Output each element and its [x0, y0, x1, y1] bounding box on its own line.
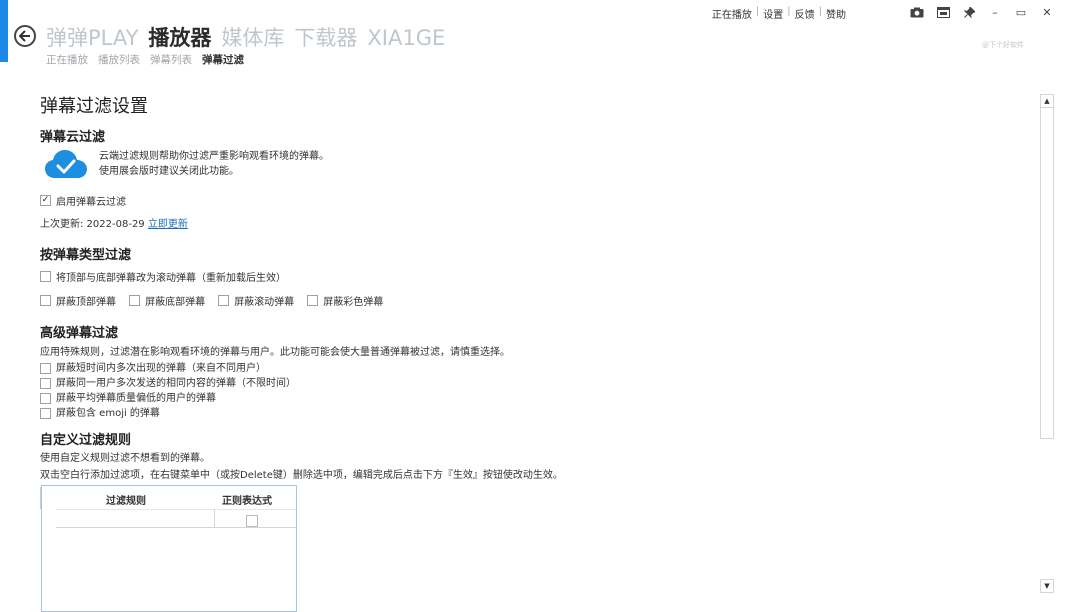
scroll-down-button[interactable]: ▼ — [1040, 579, 1054, 593]
watermark: @下个好软件 — [982, 41, 1024, 49]
vertical-scrollbar[interactable] — [1040, 94, 1054, 439]
custom-desc1: 使用自定义规则过滤不想看到的弹幕。 — [40, 452, 210, 464]
scroll-up-button[interactable]: ▲ — [1040, 94, 1054, 108]
block-bottom-checkbox[interactable]: 屏蔽底部弹幕 — [129, 293, 205, 308]
convert-to-scroll-checkbox[interactable]: 将顶部与底部弹幕改为滚动弹幕（重新加载后生效） — [40, 269, 286, 284]
sub-nav: 正在播放 播放列表 弹幕列表 弹幕过滤 — [46, 52, 254, 67]
main-nav: 弹弹PLAY 播放器 媒体库 下载器 XIA1GE — [46, 22, 455, 52]
picture-in-picture-icon[interactable] — [930, 4, 956, 20]
subnav-danmaku-list[interactable]: 弹幕列表 — [150, 52, 192, 67]
filter-rules-table[interactable]: 过滤规则 正则表达式 — [41, 485, 297, 612]
update-now-link[interactable]: 立即更新 — [148, 219, 188, 230]
arrow-left-icon — [19, 30, 30, 42]
block-repeat-short-time-checkbox[interactable]: 屏蔽短时间内多次出现的弹幕（来自不同用户） — [40, 361, 266, 376]
last-update-text: 上次更新: 2022-08-29 — [40, 218, 145, 230]
settings-content: 弹幕过滤设置 弹幕云过滤 云端过滤规则帮助你过滤严重影响观看环境的弹幕。 使用展… — [40, 92, 1000, 509]
cloud-desc-line1: 云端过滤规则帮助你过滤严重影响观看环境的弹幕。 — [99, 151, 329, 162]
nav-item-user[interactable]: XIA1GE — [367, 26, 445, 50]
nav-item-downloader[interactable]: 下载器 — [294, 22, 357, 52]
camera-icon[interactable] — [904, 4, 930, 20]
block-top-checkbox[interactable]: 屏蔽顶部弹幕 — [40, 293, 116, 308]
page-title: 弹幕过滤设置 — [40, 96, 148, 117]
menu-now-playing[interactable]: 正在播放 — [708, 6, 756, 21]
advanced-filter-heading: 高级弹幕过滤 — [40, 325, 119, 341]
cloud-info: 云端过滤规则帮助你过滤严重影响观看环境的弹幕。 使用展会版时建议关闭此功能。 — [40, 149, 1000, 179]
checkbox-box[interactable]: ✓ — [40, 194, 51, 206]
top-menu: 正在播放 | 设置 | 反馈 | 赞助 — [708, 6, 850, 21]
custom-filter-heading: 自定义过滤规则 — [40, 432, 132, 448]
block-same-user-repeat-checkbox[interactable]: 屏蔽同一用户多次发送的相同内容的弹幕（不限时间） — [40, 376, 296, 391]
column-header-regex[interactable]: 正则表达式 — [222, 492, 272, 507]
regex-header-checkbox[interactable] — [246, 512, 263, 531]
block-emoji-checkbox[interactable]: 屏蔽包含 emoji 的弹幕 — [40, 406, 160, 421]
nav-item-danmaku-play[interactable]: 弹弹PLAY — [46, 22, 138, 52]
minimize-button[interactable]: – — [982, 4, 1008, 20]
cloud-filter-heading: 弹幕云过滤 — [40, 130, 106, 145]
cloud-desc-line2: 使用展会版时建议关闭此功能。 — [99, 166, 239, 177]
nav-item-library[interactable]: 媒体库 — [221, 22, 284, 52]
window-controls: – ▭ ✕ — [904, 4, 1060, 20]
scroll-thumb[interactable] — [1042, 109, 1052, 437]
nav-item-player[interactable]: 播放器 — [148, 22, 211, 52]
subnav-now-playing[interactable]: 正在播放 — [46, 52, 88, 67]
subnav-playlist[interactable]: 播放列表 — [98, 52, 140, 67]
type-filter-heading: 按弹幕类型过滤 — [40, 247, 132, 263]
back-button[interactable] — [14, 25, 36, 47]
block-scroll-checkbox[interactable]: 屏蔽滚动弹幕 — [218, 293, 294, 308]
column-header-rule[interactable]: 过滤规则 — [106, 492, 146, 507]
menu-donate[interactable]: 赞助 — [822, 6, 850, 21]
menu-feedback[interactable]: 反馈 — [791, 6, 819, 21]
menu-settings[interactable]: 设置 — [759, 6, 787, 21]
advanced-desc: 应用特殊规则，过滤潜在影响观看环境的弹幕与用户。此功能可能会使大量普通弹幕被过滤… — [40, 346, 510, 358]
accent-strip — [0, 0, 8, 62]
close-button[interactable]: ✕ — [1034, 4, 1060, 20]
cloud-check-icon — [45, 150, 87, 178]
maximize-button[interactable]: ▭ — [1008, 4, 1034, 20]
pin-icon[interactable] — [956, 4, 982, 20]
subnav-danmaku-filter[interactable]: 弹幕过滤 — [202, 52, 244, 67]
block-low-quality-user-checkbox[interactable]: 屏蔽平均弹幕质量偏低的用户的弹幕 — [40, 391, 216, 406]
enable-cloud-filter-checkbox[interactable]: ✓ 启用弹幕云过滤 — [40, 193, 126, 208]
custom-desc2: 双击空白行添加过滤项，在右键菜单中（或按Delete键）删除选中项，编辑完成后点… — [40, 469, 563, 481]
block-color-checkbox[interactable]: 屏蔽彩色弹幕 — [307, 293, 383, 308]
